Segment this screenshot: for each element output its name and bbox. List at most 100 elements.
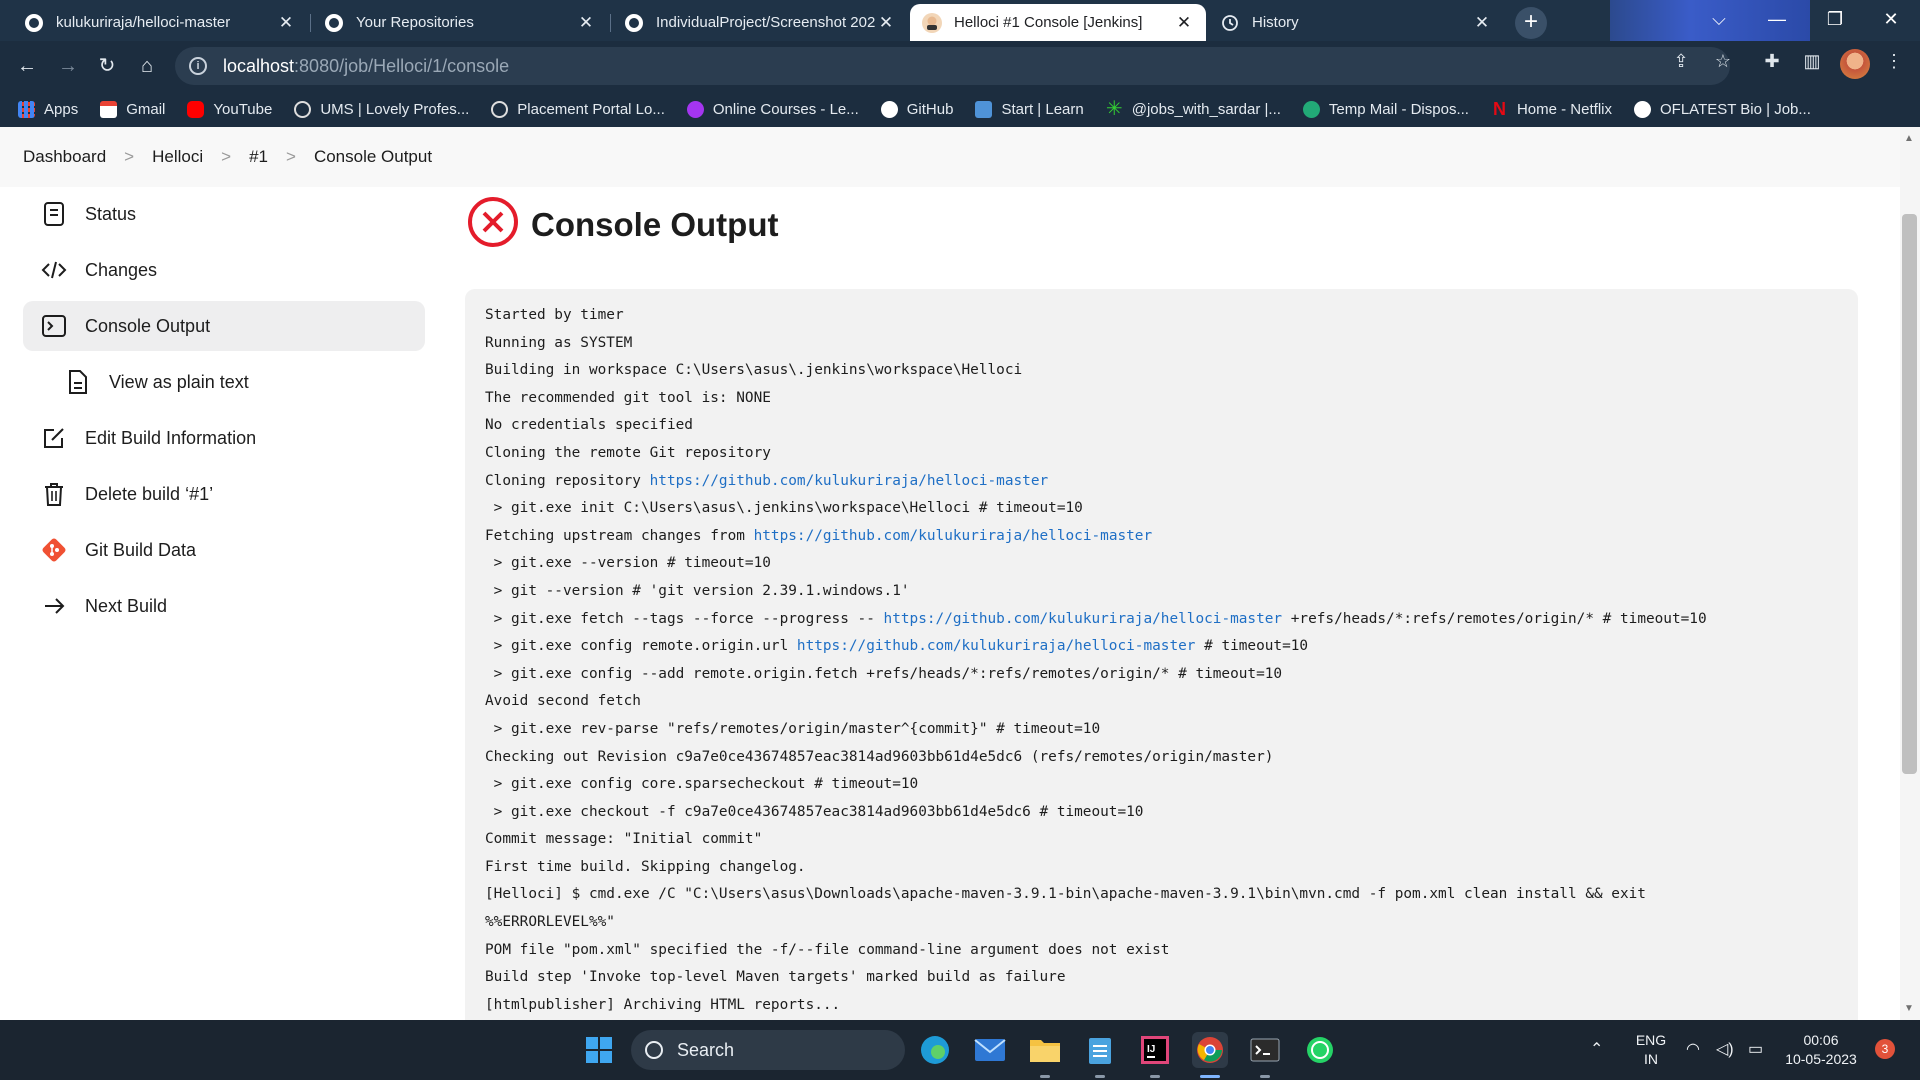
tab-search-chevron-icon[interactable]: ⌵ — [1690, 0, 1748, 41]
bookmark-netflix[interactable]: N Home - Netflix — [1491, 100, 1612, 118]
mail-icon[interactable] — [972, 1032, 1008, 1068]
intellij-icon[interactable]: IJ — [1137, 1032, 1173, 1068]
bookmark-label: UMS | Lovely Profes... — [320, 100, 470, 118]
repository-link[interactable]: https://github.com/kulukuriraja/helloci-… — [650, 473, 1049, 489]
close-tab-icon[interactable]: ✕ — [276, 13, 296, 33]
active-app-indicator — [1200, 1075, 1220, 1078]
back-button[interactable]: ← — [12, 51, 42, 81]
sidebar-item-git-build-data[interactable]: Git Build Data — [23, 525, 425, 575]
minimize-button[interactable]: — — [1748, 0, 1806, 41]
bookmark-label: Temp Mail - Dispos... — [1328, 100, 1469, 118]
breadcrumb-build[interactable]: #1 — [249, 147, 268, 167]
edit-icon — [41, 425, 67, 451]
learn-icon — [975, 100, 993, 118]
tab-kulukuriraja-helloci[interactable]: kulukuriraja/helloci-master ✕ — [12, 4, 308, 41]
bookmark-jobs-with-sardar[interactable]: ✳ @jobs_with_sardar |... — [1106, 99, 1281, 119]
terminal-icon[interactable] — [1247, 1032, 1283, 1068]
console-line: Running as SYSTEM — [485, 330, 1838, 358]
bookmark-temp-mail[interactable]: Temp Mail - Dispos... — [1302, 100, 1469, 118]
restore-button[interactable]: ❐ — [1806, 0, 1864, 41]
bookmark-placement-portal[interactable]: Placement Portal Lo... — [491, 100, 665, 118]
code-icon — [41, 257, 67, 283]
sidebar-item-next-build[interactable]: Next Build — [23, 581, 425, 631]
notification-badge[interactable]: 3 — [1875, 1039, 1895, 1059]
taskbar-search[interactable]: Search — [631, 1030, 905, 1070]
bookmark-github[interactable]: GitHub — [880, 100, 953, 118]
bookmark-ums[interactable]: UMS | Lovely Profes... — [294, 100, 470, 118]
close-tab-icon[interactable]: ✕ — [1472, 13, 1492, 33]
repository-link[interactable]: https://github.com/kulukuriraja/helloci-… — [797, 638, 1196, 654]
extensions-puzzle-icon[interactable]: ✚ — [1758, 51, 1786, 72]
site-info-icon[interactable]: i — [189, 57, 207, 75]
bookmark-start-learn[interactable]: Start | Learn — [975, 100, 1084, 118]
repository-link[interactable]: https://github.com/kulukuriraja/helloci-… — [884, 611, 1283, 627]
show-hidden-icons-chevron-icon[interactable]: ⌃ — [1590, 1040, 1603, 1059]
bookmark-youtube[interactable]: YouTube — [187, 100, 272, 118]
youtube-icon — [187, 100, 205, 118]
wifi-icon[interactable]: ◠ — [1686, 1040, 1700, 1059]
breadcrumb-dashboard[interactable]: Dashboard — [23, 147, 106, 167]
close-window-button[interactable]: ✕ — [1862, 0, 1920, 41]
sidebar-item-changes[interactable]: Changes — [23, 245, 425, 295]
share-icon[interactable]: ⇪ — [1667, 51, 1695, 72]
battery-icon[interactable]: ▭ — [1748, 1040, 1763, 1059]
running-indicator — [1260, 1075, 1270, 1078]
bookmark-apps[interactable]: Apps — [18, 100, 79, 118]
file-explorer-icon[interactable] — [1027, 1032, 1063, 1068]
tab-jenkins-console[interactable]: Helloci #1 Console [Jenkins] ✕ — [910, 4, 1206, 41]
scrollbar-thumb[interactable] — [1902, 214, 1917, 774]
bookmark-oflatest[interactable]: OFLATEST Bio | Job... — [1634, 100, 1811, 118]
sidebar-item-view-plain-text[interactable]: View as plain text — [23, 357, 425, 407]
sidebar-item-status[interactable]: Status — [23, 189, 425, 239]
bookmark-gmail[interactable]: Gmail — [100, 100, 165, 118]
console-line-text: POM file "pom.xml" specified the -f/--fi… — [485, 941, 1170, 958]
reload-button[interactable]: ↻ — [92, 51, 122, 81]
console-line: Avoid second fetch — [485, 688, 1838, 716]
tab-history[interactable]: History ✕ — [1208, 4, 1504, 41]
scroll-up-icon[interactable]: ▲ — [1904, 133, 1914, 144]
whatsapp-icon[interactable] — [1302, 1032, 1338, 1068]
tab-title: kulukuriraja/helloci-master — [56, 14, 231, 31]
terminal-icon — [41, 313, 67, 339]
search-icon — [645, 1041, 663, 1059]
sidebar-item-label: Delete build ‘#1’ — [85, 483, 214, 504]
clock[interactable]: 00:06 10-05-2023 — [1780, 1031, 1862, 1069]
forward-button[interactable]: → — [53, 51, 83, 81]
language-indicator[interactable]: ENG IN — [1634, 1031, 1668, 1069]
bookmark-label: Start | Learn — [1001, 100, 1084, 118]
sidebar-item-delete-build[interactable]: Delete build ‘#1’ — [23, 469, 425, 519]
console-line-text: First time build. Skipping changelog. — [485, 858, 806, 875]
bookmark-star-icon[interactable]: ☆ — [1709, 51, 1737, 72]
breadcrumb-job[interactable]: Helloci — [152, 147, 203, 167]
bookmark-label: Apps — [44, 100, 79, 118]
tab-title: Your Repositories — [356, 14, 474, 31]
address-bar[interactable]: i localhost:8080/job/Helloci/1/console — [175, 47, 1730, 85]
tab-individual-project[interactable]: IndividualProject/Screenshot 202 ✕ — [612, 4, 908, 41]
notepad-icon[interactable] — [1082, 1032, 1118, 1068]
console-line: Started by timer — [485, 302, 1838, 330]
browser-menu-icon[interactable]: ⋮ — [1880, 51, 1908, 72]
windows-start-icon[interactable] — [581, 1032, 617, 1068]
edge-icon[interactable] — [917, 1032, 953, 1068]
bookmark-label: @jobs_with_sardar |... — [1131, 100, 1281, 118]
close-tab-icon[interactable]: ✕ — [1174, 13, 1194, 33]
scroll-down-icon[interactable]: ▼ — [1904, 1003, 1914, 1014]
console-line-text: [Helloci] $ cmd.exe /C "C:\Users\asus\Do… — [485, 886, 1646, 903]
clock-time: 00:06 — [1803, 1032, 1839, 1048]
home-icon[interactable]: ⌂ — [132, 51, 162, 81]
profile-avatar[interactable] — [1840, 49, 1870, 79]
bookmark-online-courses[interactable]: Online Courses - Le... — [686, 100, 859, 118]
tab-your-repositories[interactable]: Your Repositories ✕ — [312, 4, 608, 41]
volume-icon[interactable]: ◁) — [1716, 1040, 1734, 1059]
chrome-icon[interactable] — [1192, 1032, 1228, 1068]
sidebar-item-console-output[interactable]: Console Output — [23, 301, 425, 351]
sidebar-item-edit-build-information[interactable]: Edit Build Information — [23, 413, 425, 463]
new-tab-button[interactable]: + — [1515, 7, 1547, 39]
console-line-text: # timeout=10 — [1195, 638, 1309, 655]
arrow-right-icon — [41, 593, 67, 619]
close-tab-icon[interactable]: ✕ — [576, 13, 596, 33]
repository-link[interactable]: https://github.com/kulukuriraja/helloci-… — [754, 528, 1153, 544]
close-tab-icon[interactable]: ✕ — [876, 13, 896, 33]
console-line-text: > git.exe fetch --tags --force --progres… — [485, 610, 884, 627]
side-panel-icon[interactable]: ▥ — [1798, 51, 1826, 72]
